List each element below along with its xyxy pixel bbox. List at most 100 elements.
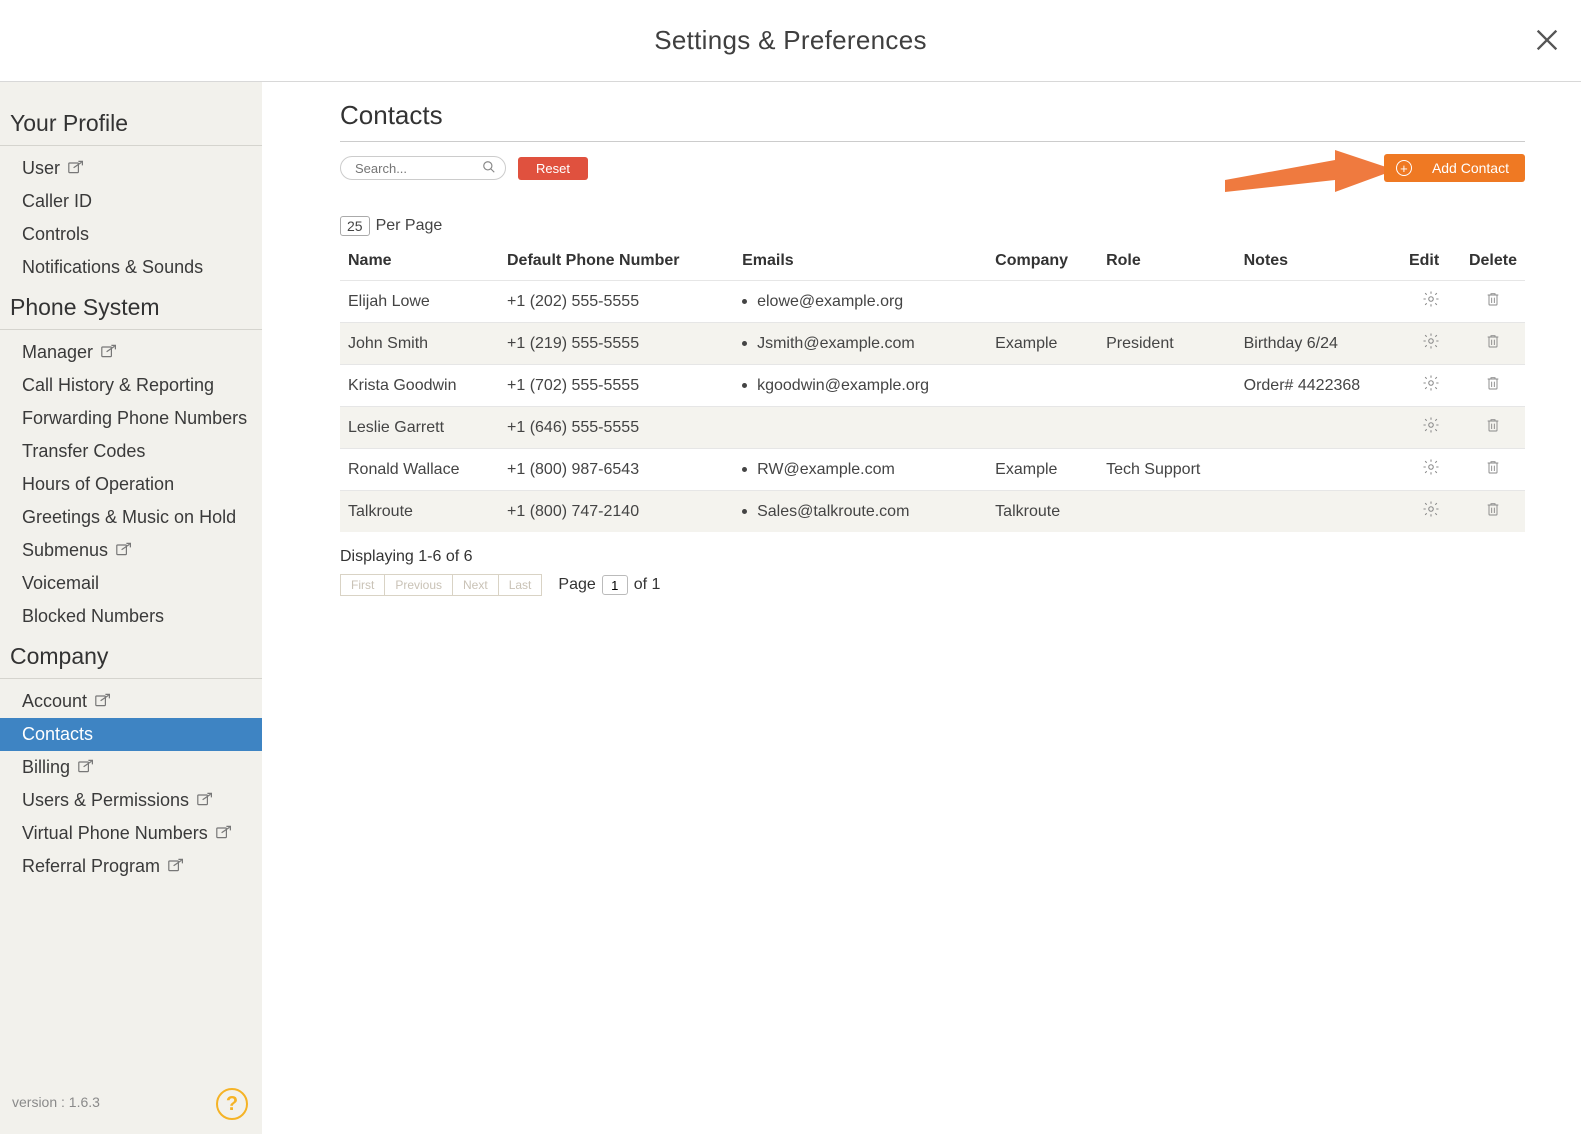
cell-notes <box>1236 281 1401 323</box>
col-edit: Edit <box>1401 242 1461 281</box>
col-delete: Delete <box>1461 242 1525 281</box>
cell-role <box>1098 281 1236 323</box>
sidebar-item-label: Account <box>22 691 87 712</box>
cell-delete <box>1461 407 1525 449</box>
sidebar-item[interactable]: Hours of Operation <box>0 468 262 501</box>
main-panel: Contacts Reset + Add Contact 25 Per Page <box>262 82 1581 1134</box>
table-row: Talkroute+1 (800) 747-2140Sales@talkrout… <box>340 491 1525 533</box>
trash-icon[interactable] <box>1485 379 1501 396</box>
cell-delete <box>1461 323 1525 365</box>
pager-next[interactable]: Next <box>453 574 499 596</box>
close-icon[interactable] <box>1533 26 1563 56</box>
col-phone: Default Phone Number <box>499 242 734 281</box>
sidebar-item[interactable]: User <box>0 152 262 185</box>
sidebar-item[interactable]: Contacts <box>0 718 262 751</box>
add-contact-button[interactable]: + Add Contact <box>1384 154 1525 182</box>
sidebar-item[interactable]: Manager <box>0 336 262 369</box>
trash-icon[interactable] <box>1485 505 1501 522</box>
add-contact-label: Add Contact <box>1432 160 1509 176</box>
gear-icon[interactable] <box>1422 421 1440 438</box>
sidebar-item[interactable]: Caller ID <box>0 185 262 218</box>
cell-company <box>987 407 1098 449</box>
sidebar-item[interactable]: Users & Permissions <box>0 784 262 817</box>
gear-icon[interactable] <box>1422 295 1440 312</box>
cell-phone: +1 (646) 555-5555 <box>499 407 734 449</box>
sidebar-item[interactable]: Submenus <box>0 534 262 567</box>
cell-edit <box>1401 323 1461 365</box>
pager-first[interactable]: First <box>340 574 385 596</box>
cell-edit <box>1401 449 1461 491</box>
toolbar: Reset + Add Contact <box>340 156 1525 180</box>
col-role: Role <box>1098 242 1236 281</box>
email-text: Sales@talkroute.com <box>757 503 909 521</box>
cell-company: Talkroute <box>987 491 1098 533</box>
cell-name: Elijah Lowe <box>340 281 499 323</box>
email-text: Jsmith@example.com <box>757 335 915 353</box>
sidebar-item[interactable]: Controls <box>0 218 262 251</box>
cell-delete <box>1461 449 1525 491</box>
help-icon[interactable]: ? <box>216 1088 248 1120</box>
sidebar-item[interactable]: Blocked Numbers <box>0 600 262 633</box>
per-page-label: Per Page <box>376 217 443 235</box>
sidebar-item-label: Caller ID <box>22 191 92 212</box>
sidebar-item[interactable]: Voicemail <box>0 567 262 600</box>
cell-notes <box>1236 407 1401 449</box>
external-link-icon <box>116 540 132 561</box>
pager: First Previous Next Last Page of 1 <box>340 574 1525 596</box>
sidebar-item-label: Referral Program <box>22 856 160 877</box>
cell-name: Talkroute <box>340 491 499 533</box>
external-link-icon <box>68 158 84 179</box>
pager-prev[interactable]: Previous <box>385 574 453 596</box>
sidebar-item-label: Billing <box>22 757 70 778</box>
sidebar-item-label: Blocked Numbers <box>22 606 164 627</box>
page-title: Contacts <box>340 100 1525 131</box>
divider <box>340 141 1525 142</box>
sidebar-heading: Your Profile <box>0 100 262 146</box>
sidebar-item[interactable]: Virtual Phone Numbers <box>0 817 262 850</box>
gear-icon[interactable] <box>1422 463 1440 480</box>
cell-edit <box>1401 365 1461 407</box>
trash-icon[interactable] <box>1485 295 1501 312</box>
external-link-icon <box>101 342 117 363</box>
sidebar-item[interactable]: Greetings & Music on Hold <box>0 501 262 534</box>
trash-icon[interactable] <box>1485 421 1501 438</box>
per-page-select[interactable]: 25 <box>340 216 370 236</box>
cell-company: Example <box>987 323 1098 365</box>
sidebar-item-label: Virtual Phone Numbers <box>22 823 208 844</box>
cell-email: elowe@example.org <box>734 281 987 323</box>
sidebar-item-label: Greetings & Music on Hold <box>22 507 236 528</box>
external-link-icon <box>78 757 94 778</box>
sidebar-item-label: Hours of Operation <box>22 474 174 495</box>
sidebar-item[interactable]: Account <box>0 685 262 718</box>
sidebar-item[interactable]: Notifications & Sounds <box>0 251 262 284</box>
cell-email: kgoodwin@example.org <box>734 365 987 407</box>
cell-name: Ronald Wallace <box>340 449 499 491</box>
trash-icon[interactable] <box>1485 337 1501 354</box>
sidebar-item[interactable]: Forwarding Phone Numbers <box>0 402 262 435</box>
gear-icon[interactable] <box>1422 379 1440 396</box>
page-input[interactable] <box>602 575 628 595</box>
sidebar-heading: Company <box>0 633 262 679</box>
sidebar-item-label: Transfer Codes <box>22 441 145 462</box>
pager-last[interactable]: Last <box>499 574 543 596</box>
gear-icon[interactable] <box>1422 337 1440 354</box>
contacts-table: Name Default Phone Number Emails Company… <box>340 242 1525 532</box>
search-icon <box>482 160 496 179</box>
per-page: 25 Per Page <box>340 216 1525 236</box>
sidebar-item[interactable]: Call History & Reporting <box>0 369 262 402</box>
cell-edit <box>1401 407 1461 449</box>
table-row: John Smith+1 (219) 555-5555Jsmith@exampl… <box>340 323 1525 365</box>
cell-notes: Order# 4422368 <box>1236 365 1401 407</box>
cell-name: Krista Goodwin <box>340 365 499 407</box>
external-link-icon <box>95 691 111 712</box>
cell-delete <box>1461 365 1525 407</box>
cell-role <box>1098 365 1236 407</box>
sidebar-item[interactable]: Billing <box>0 751 262 784</box>
sidebar-item[interactable]: Transfer Codes <box>0 435 262 468</box>
cell-role: President <box>1098 323 1236 365</box>
gear-icon[interactable] <box>1422 505 1440 522</box>
trash-icon[interactable] <box>1485 463 1501 480</box>
cell-email: Sales@talkroute.com <box>734 491 987 533</box>
sidebar-item[interactable]: Referral Program <box>0 850 262 883</box>
reset-button[interactable]: Reset <box>518 157 588 180</box>
